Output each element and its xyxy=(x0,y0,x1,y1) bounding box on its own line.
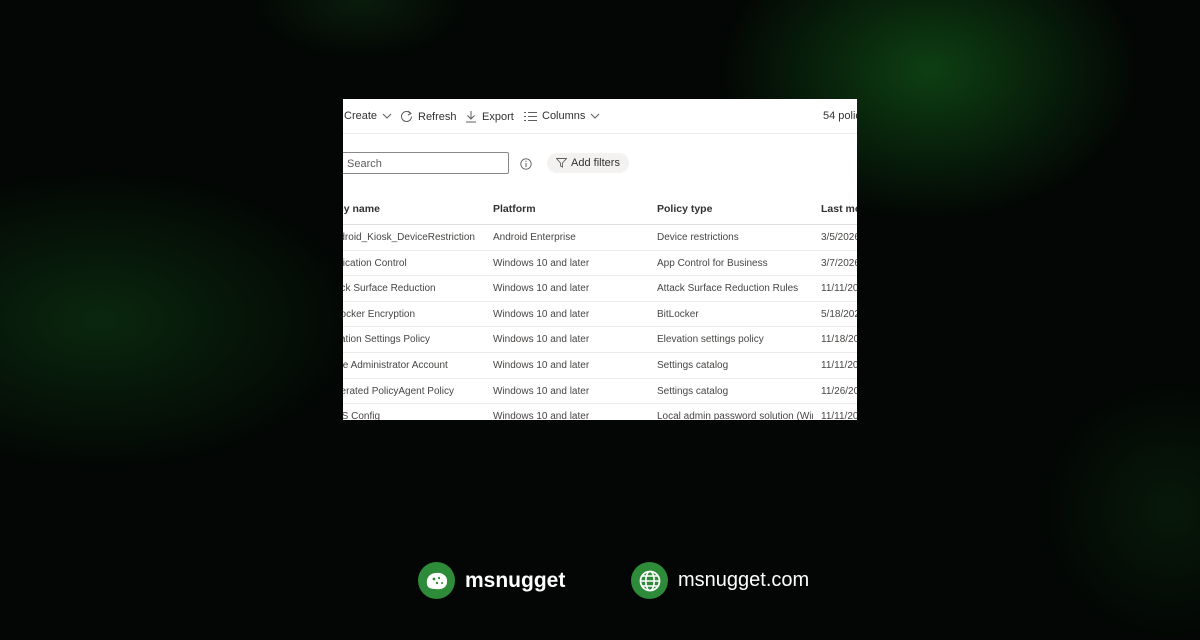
column-header-platform[interactable]: Platform xyxy=(493,203,648,215)
refresh-icon xyxy=(401,110,412,122)
policy-type-cell: App Control for Business xyxy=(657,257,768,269)
policy-name-cell[interactable]: Locker Encryption xyxy=(343,309,475,320)
platform-cell: Windows 10 and later xyxy=(493,308,590,320)
last-modified-cell: 11/26/20 xyxy=(821,385,857,397)
columns-button[interactable]: Columns xyxy=(524,110,600,122)
table-row[interactable]: vation Settings Policy Windows 10 and la… xyxy=(343,327,857,353)
policy-type-cell: Settings catalog xyxy=(657,385,729,397)
column-header-policy-type[interactable]: Policy type xyxy=(657,203,813,215)
table-row[interactable]: PS Config Windows 10 and later Local adm… xyxy=(343,404,857,420)
policy-name-cell[interactable]: ble Administrator Account xyxy=(343,360,475,371)
table-header-row: icy name Platform Policy type Last mo xyxy=(343,191,857,225)
policy-count: 54 polic xyxy=(823,110,857,122)
command-bar: Create Refresh Export Columns 54 polic xyxy=(343,99,857,134)
brand-name: msnugget xyxy=(465,568,566,592)
brand-logo-group: msnugget xyxy=(418,562,565,599)
table-row[interactable]: ndroid_Kiosk_DeviceRestriction Android E… xyxy=(343,225,857,251)
policy-type-cell: Local admin password solution (Win xyxy=(657,411,813,420)
add-filters-label: Add filters xyxy=(571,157,620,169)
last-modified-cell: 3/7/2026 xyxy=(821,257,857,269)
nugget-logo-icon xyxy=(418,562,455,599)
last-modified-cell: 11/11/20 xyxy=(821,359,857,371)
platform-cell: Windows 10 and later xyxy=(493,411,590,420)
columns-label: Columns xyxy=(542,110,586,122)
table-row[interactable]: nerated PolicyAgent Policy Windows 10 an… xyxy=(343,379,857,405)
last-modified-cell: 11/18/20 xyxy=(821,334,857,346)
policy-name-cell[interactable]: ndroid_Kiosk_DeviceRestriction xyxy=(343,232,475,243)
website-group[interactable]: msnugget.com xyxy=(631,562,809,599)
platform-cell: Windows 10 and later xyxy=(493,385,590,397)
columns-list-icon xyxy=(524,111,537,121)
refresh-button[interactable]: Refresh xyxy=(400,110,457,123)
chevron-down-icon xyxy=(591,113,600,119)
create-label: Create xyxy=(344,110,378,122)
refresh-label: Refresh xyxy=(418,110,457,123)
platform-cell: Windows 10 and later xyxy=(493,359,590,371)
table-row[interactable]: ble Administrator Account Windows 10 and… xyxy=(343,353,857,379)
export-label: Export xyxy=(482,110,514,123)
last-modified-cell: 3/5/2026 xyxy=(821,232,857,243)
policy-name-cell[interactable]: plication Control xyxy=(343,258,475,269)
table-row[interactable]: Locker Encryption Windows 10 and later B… xyxy=(343,302,857,328)
filter-icon xyxy=(556,158,568,168)
add-filters-button[interactable]: Add filters xyxy=(547,153,629,173)
globe-icon xyxy=(631,562,668,599)
policy-type-cell: Device restrictions xyxy=(657,232,739,243)
policy-name-cell[interactable]: nerated PolicyAgent Policy xyxy=(343,386,475,397)
platform-cell: Windows 10 and later xyxy=(493,334,590,346)
search-input[interactable]: Search xyxy=(343,152,509,174)
table-row[interactable]: ack Surface Reduction Windows 10 and lat… xyxy=(343,276,857,302)
create-button[interactable]: Create xyxy=(344,110,392,122)
table-row[interactable]: plication Control Windows 10 and later A… xyxy=(343,251,857,277)
last-modified-cell: 5/18/202 xyxy=(821,308,857,320)
info-icon[interactable] xyxy=(520,157,532,175)
website-url[interactable]: msnugget.com xyxy=(678,569,809,592)
policy-type-cell: Attack Surface Reduction Rules xyxy=(657,283,799,295)
policy-name-cell[interactable]: vation Settings Policy xyxy=(343,334,475,345)
export-button[interactable]: Export xyxy=(465,110,514,123)
platform-cell: Android Enterprise xyxy=(493,232,576,243)
platform-cell: Windows 10 and later xyxy=(493,257,590,269)
policy-type-cell: Elevation settings policy xyxy=(657,334,764,346)
policies-table: icy name Platform Policy type Last mo nd… xyxy=(343,191,857,420)
policy-type-cell: Settings catalog xyxy=(657,359,729,371)
column-header-policy-name[interactable]: icy name xyxy=(343,203,475,215)
policy-name-cell[interactable]: ack Surface Reduction xyxy=(343,283,475,294)
policies-panel: Create Refresh Export Columns 54 polic S… xyxy=(343,99,857,420)
search-placeholder: Search xyxy=(347,158,382,170)
last-modified-cell: 11/11/20 xyxy=(821,411,857,420)
platform-cell: Windows 10 and later xyxy=(493,283,590,295)
policy-type-cell: BitLocker xyxy=(657,308,699,320)
chevron-down-icon xyxy=(382,113,392,119)
last-modified-cell: 11/11/20 xyxy=(821,283,857,295)
policy-name-cell[interactable]: PS Config xyxy=(343,411,475,420)
column-header-last-modified[interactable]: Last mo xyxy=(821,203,857,215)
download-icon xyxy=(466,111,476,123)
